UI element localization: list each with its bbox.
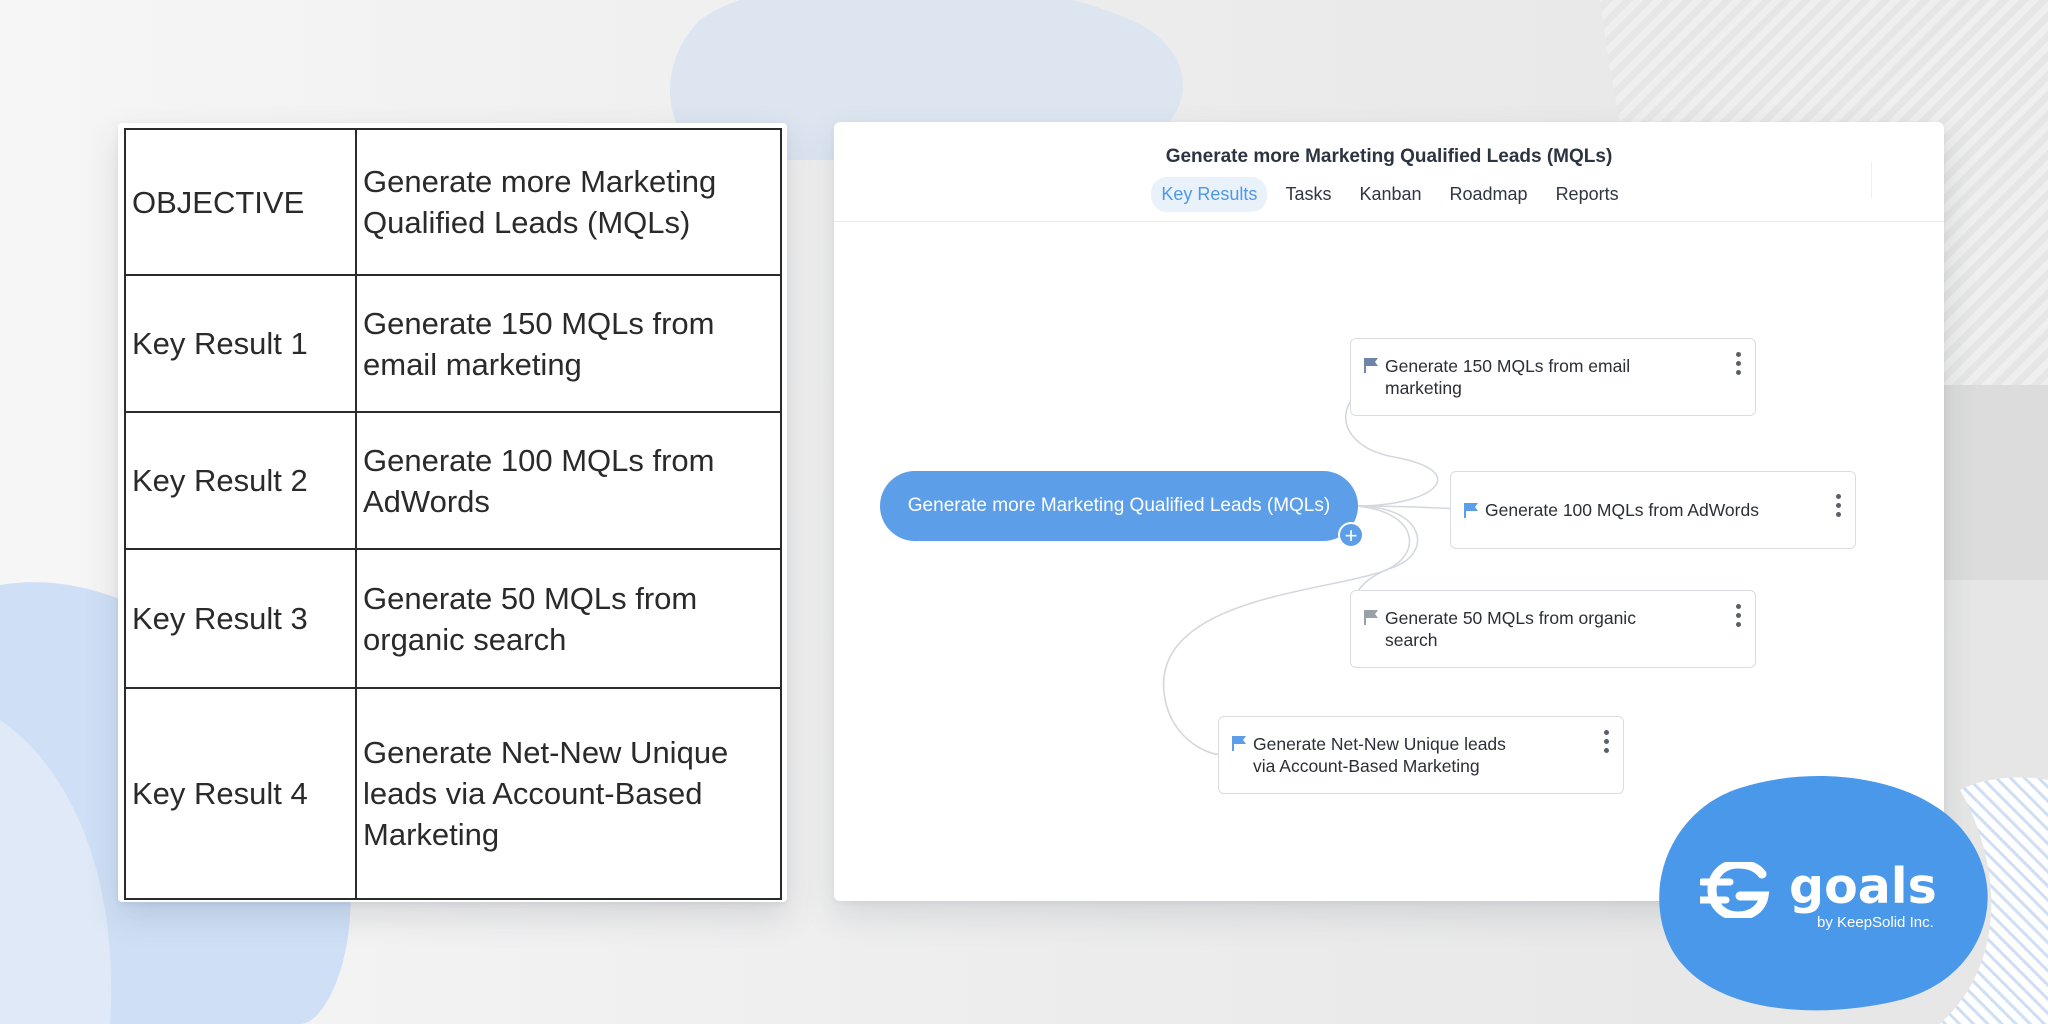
okr-table-card: OBJECTIVE Generate more Marketing Qualif…: [118, 123, 787, 902]
brand-byline: by KeepSolid Inc.: [1817, 914, 1934, 931]
table-row: Key Result 1 Generate 150 MQLs from emai…: [124, 274, 782, 413]
key-result-label: Key Result 2: [124, 411, 357, 550]
flag-icon: [1464, 503, 1478, 518]
objective-node[interactable]: Generate more Marketing Qualified Leads …: [880, 471, 1358, 541]
tab-reports[interactable]: Reports: [1546, 177, 1629, 212]
kebab-menu-icon[interactable]: [1734, 604, 1742, 634]
flag-icon: [1364, 358, 1378, 373]
key-result-title: Generate 150 MQLs from email marketing: [1385, 356, 1631, 398]
key-result-label: Key Result 4: [124, 687, 357, 900]
table-row: Key Result 2 Generate 100 MQLs from AdWo…: [124, 411, 782, 550]
objective-label: OBJECTIVE: [124, 128, 357, 276]
tab-kanban[interactable]: Kanban: [1349, 177, 1431, 212]
kebab-menu-icon[interactable]: [1602, 730, 1610, 760]
key-result-node[interactable]: Generate Net-New Unique leads via Accoun…: [1218, 716, 1624, 794]
key-result-text: Generate 100 MQLs from AdWords: [355, 411, 782, 550]
tab-tasks[interactable]: Tasks: [1275, 177, 1341, 212]
key-result-label: Key Result 1: [124, 274, 357, 413]
table-row: Key Result 3 Generate 50 MQLs from organ…: [124, 548, 782, 689]
page-title: Generate more Marketing Qualified Leads …: [1165, 146, 1613, 167]
flag-icon: [1232, 736, 1246, 751]
app-header: Generate more Marketing Qualified Leads …: [834, 122, 1944, 222]
table-row: Key Result 4 Generate Net-New Unique lea…: [124, 687, 782, 900]
flag-icon: [1364, 610, 1378, 625]
objective-text: Generate more Marketing Qualified Leads …: [355, 128, 782, 276]
brand-name: goals: [1789, 858, 1937, 915]
key-result-text: Generate Net-New Unique leads via Accoun…: [355, 687, 782, 900]
key-result-text: Generate 50 MQLs from organic search: [355, 548, 782, 689]
tab-key-results[interactable]: Key Results: [1151, 177, 1268, 212]
key-result-title: Generate 50 MQLs from organic search: [1385, 608, 1636, 650]
okr-table: OBJECTIVE Generate more Marketing Qualif…: [124, 128, 782, 900]
header-divider: [1871, 162, 1872, 198]
table-row: OBJECTIVE Generate more Marketing Qualif…: [124, 128, 782, 276]
key-result-text: Generate 150 MQLs from email marketing: [355, 274, 782, 413]
brand-logo: goals by KeepSolid Inc.: [1650, 770, 2048, 1024]
kebab-menu-icon[interactable]: [1734, 352, 1742, 382]
key-result-node[interactable]: Generate 100 MQLs from AdWords: [1450, 471, 1856, 549]
plus-icon[interactable]: +: [1338, 522, 1364, 548]
key-result-label: Key Result 3: [124, 548, 357, 689]
goals-logo-icon: [1700, 862, 1770, 918]
key-result-title: Generate 100 MQLs from AdWords: [1485, 500, 1759, 520]
kebab-menu-icon[interactable]: [1834, 494, 1842, 524]
tab-bar: Key Results Tasks Kanban Roadmap Reports: [834, 177, 1944, 212]
key-result-node[interactable]: Generate 50 MQLs from organic search: [1350, 590, 1756, 668]
tab-roadmap[interactable]: Roadmap: [1440, 177, 1538, 212]
key-result-node[interactable]: Generate 150 MQLs from email marketing: [1350, 338, 1756, 416]
key-result-title: Generate Net-New Unique leads via Accoun…: [1253, 734, 1506, 776]
